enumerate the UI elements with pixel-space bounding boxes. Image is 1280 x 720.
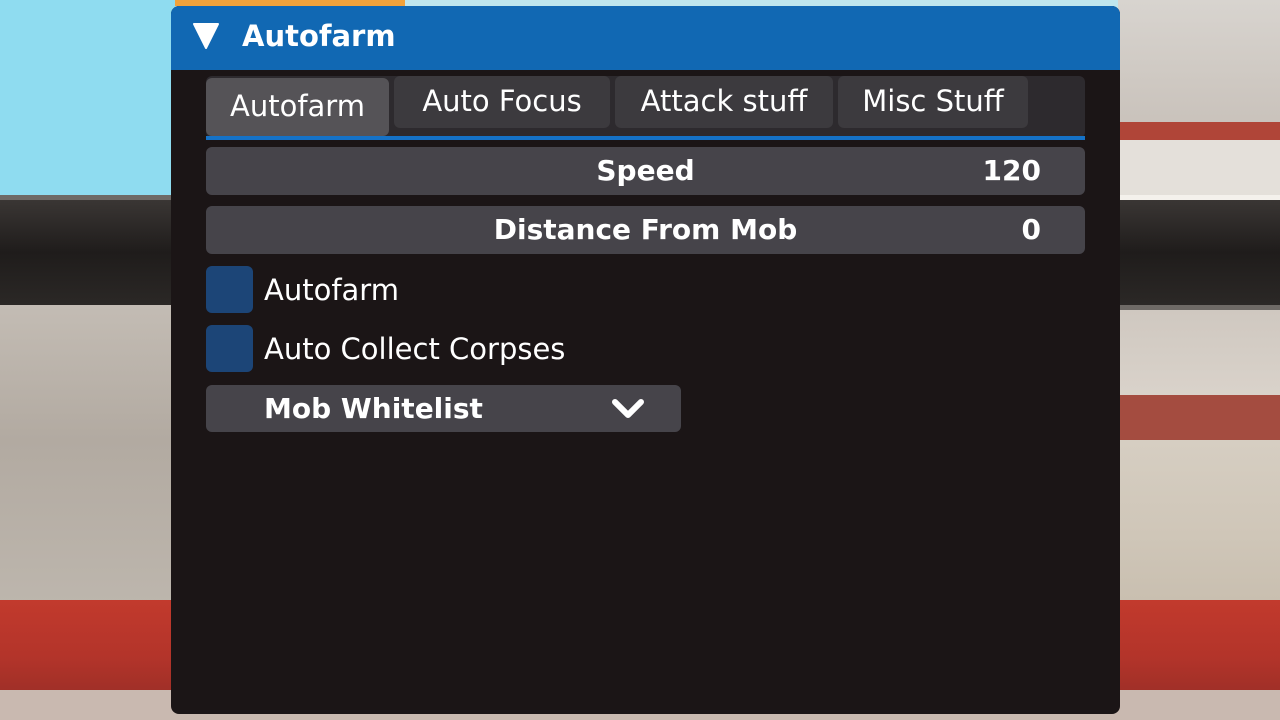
game-viewport: Autofarm Autofarm Auto Focus Attack stuf… [0, 0, 1280, 720]
background-wall [1118, 0, 1280, 125]
background-wall [1118, 310, 1280, 400]
background-sky [0, 0, 175, 195]
auto-collect-corpses-toggle[interactable]: Auto Collect Corpses [206, 325, 806, 373]
tab-auto-focus[interactable]: Auto Focus [394, 76, 610, 128]
window-title: Autofarm [242, 19, 396, 53]
slider-value: 120 [982, 154, 1041, 187]
triangle-down-icon[interactable] [193, 22, 219, 50]
tab-misc-stuff[interactable]: Misc Stuff [838, 76, 1028, 128]
background-red-stripe [1118, 395, 1280, 440]
background-floor [1118, 440, 1280, 600]
tab-underline [206, 136, 1085, 140]
window-titlebar[interactable]: Autofarm [171, 6, 1120, 70]
mob-whitelist-dropdown[interactable]: Mob Whitelist [206, 385, 681, 432]
slider-value: 0 [1021, 213, 1041, 246]
autofarm-toggle[interactable]: Autofarm [206, 266, 806, 314]
tab-autofarm[interactable]: Autofarm [206, 78, 389, 136]
autofarm-checkbox[interactable] [206, 266, 253, 313]
background-wall [0, 305, 175, 605]
background-red-stripe [1118, 122, 1280, 140]
toggle-label: Auto Collect Corpses [264, 332, 566, 366]
slider-label: Distance From Mob [493, 213, 798, 246]
slider-label: Speed [596, 154, 695, 187]
distance-from-mob-slider[interactable]: Distance From Mob 0 [206, 206, 1085, 254]
speed-slider[interactable]: Speed 120 [206, 147, 1085, 195]
toggle-label: Autofarm [264, 273, 399, 307]
chevron-down-icon[interactable] [611, 397, 645, 421]
dropdown-label: Mob Whitelist [264, 392, 483, 425]
tab-bar: Autofarm Auto Focus Attack stuff Misc St… [206, 76, 1085, 138]
autofarm-window: Autofarm Autofarm Auto Focus Attack stuf… [171, 6, 1120, 714]
tab-attack-stuff[interactable]: Attack stuff [615, 76, 833, 128]
auto-collect-corpses-checkbox[interactable] [206, 325, 253, 372]
background-wall [1118, 140, 1280, 195]
